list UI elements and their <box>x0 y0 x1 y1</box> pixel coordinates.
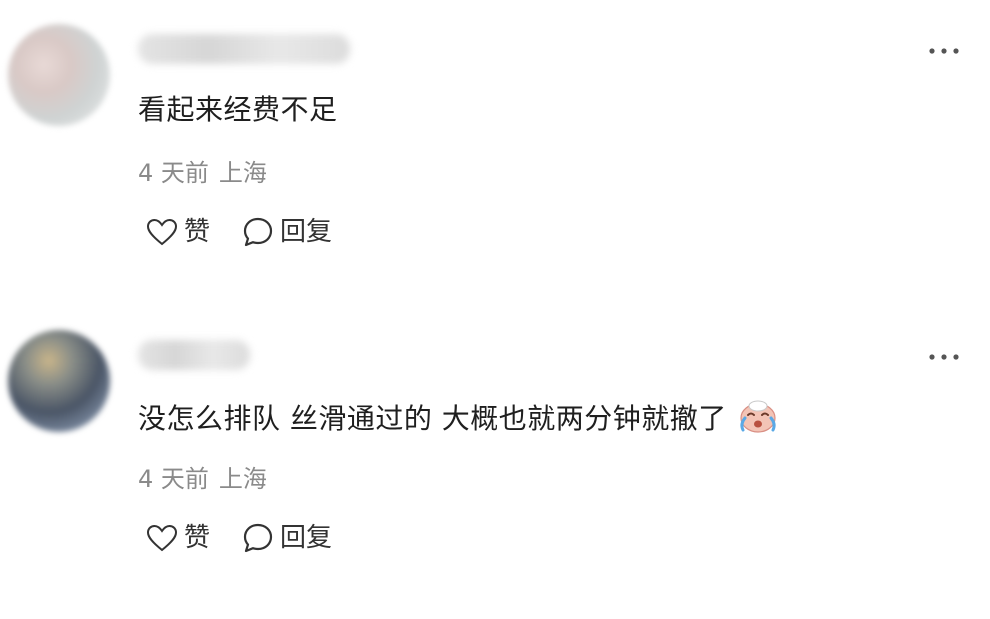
comment-meta: 4 天前 上海 <box>138 464 267 494</box>
reply-label: 回复 <box>280 523 333 553</box>
comment-text-wrap: 没怎么排队 丝滑通过的 大概也就两分钟就撤了 <box>138 398 779 443</box>
speech-bubble-icon <box>243 523 273 553</box>
like-button[interactable]: 赞 <box>146 522 210 554</box>
avatar[interactable] <box>8 330 110 432</box>
crying-face-icon <box>737 398 779 443</box>
comment-actions: 赞 回复 <box>146 520 364 556</box>
more-options-icon[interactable] <box>928 350 960 364</box>
like-label: 赞 <box>184 523 211 553</box>
comment-text: 没怎么排队 丝滑通过的 大概也就两分钟就撤了 <box>138 402 727 435</box>
reply-button[interactable]: 回复 <box>242 522 332 554</box>
comment-location: 上海 <box>218 465 267 493</box>
comment-item: 没怎么排队 丝滑通过的 大概也就两分钟就撤了 4 天前 上海 赞 回复 <box>0 0 990 553</box>
username[interactable] <box>138 340 250 370</box>
heart-icon <box>146 524 178 552</box>
comment-time: 4 天前 <box>138 465 209 493</box>
